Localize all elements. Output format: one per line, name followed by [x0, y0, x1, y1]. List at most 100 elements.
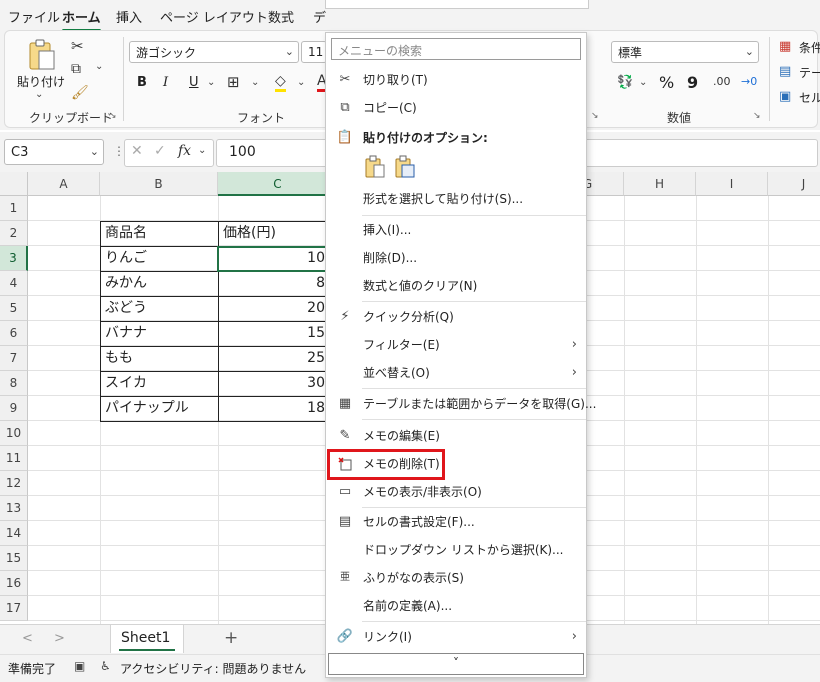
- enter-icon[interactable]: ✓: [154, 143, 166, 159]
- row-header-13[interactable]: 13: [0, 496, 28, 521]
- paste-dropdown-icon[interactable]: ⌄: [35, 89, 43, 100]
- menu-search-input[interactable]: メニューの検索: [331, 38, 581, 60]
- accessibility-icon[interactable]: ♿: [100, 659, 111, 673]
- menu-item-delete[interactable]: 削除(D)...: [326, 245, 586, 271]
- format-painter-icon[interactable]: 🖌: [71, 85, 89, 101]
- column-header-i[interactable]: I: [696, 172, 768, 196]
- menu-item-show-hide-note[interactable]: ▭ メモの表示/非表示(O): [326, 479, 586, 505]
- conditional-format-label[interactable]: 条件: [799, 39, 820, 56]
- column-header-c[interactable]: C: [218, 172, 338, 196]
- currency-icon[interactable]: 💱: [617, 75, 633, 90]
- paste-values-icon[interactable]: [394, 155, 416, 179]
- row-header-12[interactable]: 12: [0, 471, 28, 496]
- row-header-14[interactable]: 14: [0, 521, 28, 546]
- border-icon[interactable]: ⊞: [227, 73, 240, 91]
- tab-insert[interactable]: 挿入: [116, 7, 142, 26]
- table-cell-price[interactable]: 30: [219, 371, 329, 396]
- copy-dropdown-icon[interactable]: ⌄: [95, 61, 103, 72]
- add-sheet-button[interactable]: +: [224, 628, 238, 648]
- menu-expand-button[interactable]: ˅: [328, 653, 584, 675]
- row-header-5[interactable]: 5: [0, 296, 28, 321]
- row-header-6[interactable]: 6: [0, 321, 28, 346]
- menu-item-phonetic[interactable]: 亜 ふりがなの表示(S): [326, 565, 586, 591]
- paste-icon[interactable]: [23, 37, 59, 73]
- table-cell-price[interactable]: 8: [219, 271, 329, 296]
- accessibility-status[interactable]: アクセシビリティ: 問題ありません: [120, 660, 306, 677]
- format-as-table-label[interactable]: テーブ: [799, 64, 820, 81]
- conditional-format-icon[interactable]: ▦: [779, 39, 791, 54]
- row-header-9[interactable]: 9: [0, 396, 28, 421]
- increase-decimal-button[interactable]: .00: [713, 75, 731, 88]
- fill-color-dropdown-icon[interactable]: ⌄: [297, 77, 305, 88]
- menu-item-quick-analysis[interactable]: ⚡ クイック分析(Q): [326, 304, 586, 330]
- sheet-tab-sheet1[interactable]: Sheet1: [110, 625, 184, 653]
- comma-button[interactable]: 9: [687, 73, 698, 92]
- table-cell-price[interactable]: 15: [219, 321, 329, 346]
- select-all-corner[interactable]: [0, 172, 28, 196]
- paste-button-icon[interactable]: [364, 155, 386, 179]
- fill-color-icon[interactable]: ◇: [275, 73, 286, 92]
- menu-item-sort[interactable]: 並べ替え(O) ›: [326, 360, 586, 386]
- macro-record-icon[interactable]: ▣: [74, 659, 85, 673]
- tab-page-layout[interactable]: ページ レイアウト: [160, 7, 268, 26]
- tab-file[interactable]: ファイル: [8, 7, 60, 26]
- column-header-b[interactable]: B: [100, 172, 218, 196]
- table-cell-name[interactable]: ぶどう: [101, 296, 218, 321]
- table-cell-name[interactable]: パイナップル: [101, 396, 218, 421]
- table-header-cell[interactable]: 商品名: [101, 221, 218, 246]
- number-format-combo[interactable]: 標準 ⌄: [611, 41, 759, 63]
- name-box[interactable]: C3 ⌄: [4, 139, 104, 165]
- table-cell-name[interactable]: スイカ: [101, 371, 218, 396]
- number-launcher-icon[interactable]: ↘: [753, 111, 761, 121]
- table-cell-price[interactable]: 25: [219, 346, 329, 371]
- tab-data[interactable]: デ: [313, 7, 326, 26]
- row-header-16[interactable]: 16: [0, 571, 28, 596]
- menu-item-link[interactable]: 🔗 リンク(I) ›: [326, 624, 586, 650]
- menu-item-paste-special[interactable]: 形式を選択して貼り付け(S)...: [326, 186, 586, 212]
- column-header-j[interactable]: J: [768, 172, 820, 196]
- menu-item-format-cells[interactable]: ▤ セルの書式設定(F)...: [326, 509, 586, 535]
- underline-dropdown-icon[interactable]: ⌄: [207, 77, 215, 88]
- italic-button[interactable]: I: [163, 75, 168, 90]
- table-cell-name[interactable]: りんご: [101, 246, 218, 271]
- row-header-17[interactable]: 17: [0, 596, 28, 621]
- menu-item-dropdown-list[interactable]: ドロップダウン リストから選択(K)...: [326, 537, 586, 563]
- percent-button[interactable]: %: [659, 73, 674, 92]
- paste-label[interactable]: 貼り付け: [17, 73, 65, 90]
- clipboard-launcher-icon[interactable]: ↘: [109, 111, 117, 121]
- row-header-11[interactable]: 11: [0, 446, 28, 471]
- menu-item-cut[interactable]: ✂ 切り取り(T): [326, 67, 586, 93]
- column-header-h[interactable]: H: [624, 172, 696, 196]
- copy-icon[interactable]: ⧉: [71, 61, 81, 77]
- cell-styles-label[interactable]: セル: [799, 89, 820, 106]
- row-header-4[interactable]: 4: [0, 271, 28, 296]
- menu-item-filter[interactable]: フィルター(E) ›: [326, 332, 586, 358]
- table-cell-price[interactable]: 18: [219, 396, 329, 421]
- tab-formulas[interactable]: 数式: [268, 7, 294, 26]
- table-cell-price[interactable]: 20: [219, 296, 329, 321]
- bold-button[interactable]: B: [137, 75, 147, 90]
- menu-item-insert[interactable]: 挿入(I)...: [326, 217, 586, 243]
- row-header-2[interactable]: 2: [0, 221, 28, 246]
- menu-item-clear-contents[interactable]: 数式と値のクリア(N): [326, 273, 586, 299]
- table-cell-name[interactable]: みかん: [101, 271, 218, 296]
- sheet-next-icon[interactable]: >: [54, 631, 65, 646]
- font-size-combo[interactable]: 11: [301, 41, 327, 63]
- format-as-table-icon[interactable]: ▤: [779, 64, 791, 79]
- underline-button[interactable]: U: [189, 75, 199, 90]
- row-header-8[interactable]: 8: [0, 371, 28, 396]
- insert-function-button[interactable]: fx: [178, 143, 191, 159]
- table-cell-name[interactable]: もも: [101, 346, 218, 371]
- tab-home[interactable]: ホーム: [62, 7, 101, 32]
- row-header-1[interactable]: 1: [0, 196, 28, 221]
- row-header-7[interactable]: 7: [0, 346, 28, 371]
- cancel-icon[interactable]: ✕: [131, 143, 143, 159]
- active-cell-border[interactable]: [217, 246, 332, 272]
- menu-item-copy[interactable]: ⧉ コピー(C): [326, 95, 586, 121]
- decrease-decimal-button[interactable]: →0: [741, 75, 757, 88]
- fx-dropdown-icon[interactable]: ⌄: [198, 145, 206, 156]
- row-header-10[interactable]: 10: [0, 421, 28, 446]
- table-header-cell[interactable]: 価格(円): [219, 221, 327, 246]
- row-header-3[interactable]: 3: [0, 246, 28, 271]
- cut-icon[interactable]: ✂: [71, 37, 84, 55]
